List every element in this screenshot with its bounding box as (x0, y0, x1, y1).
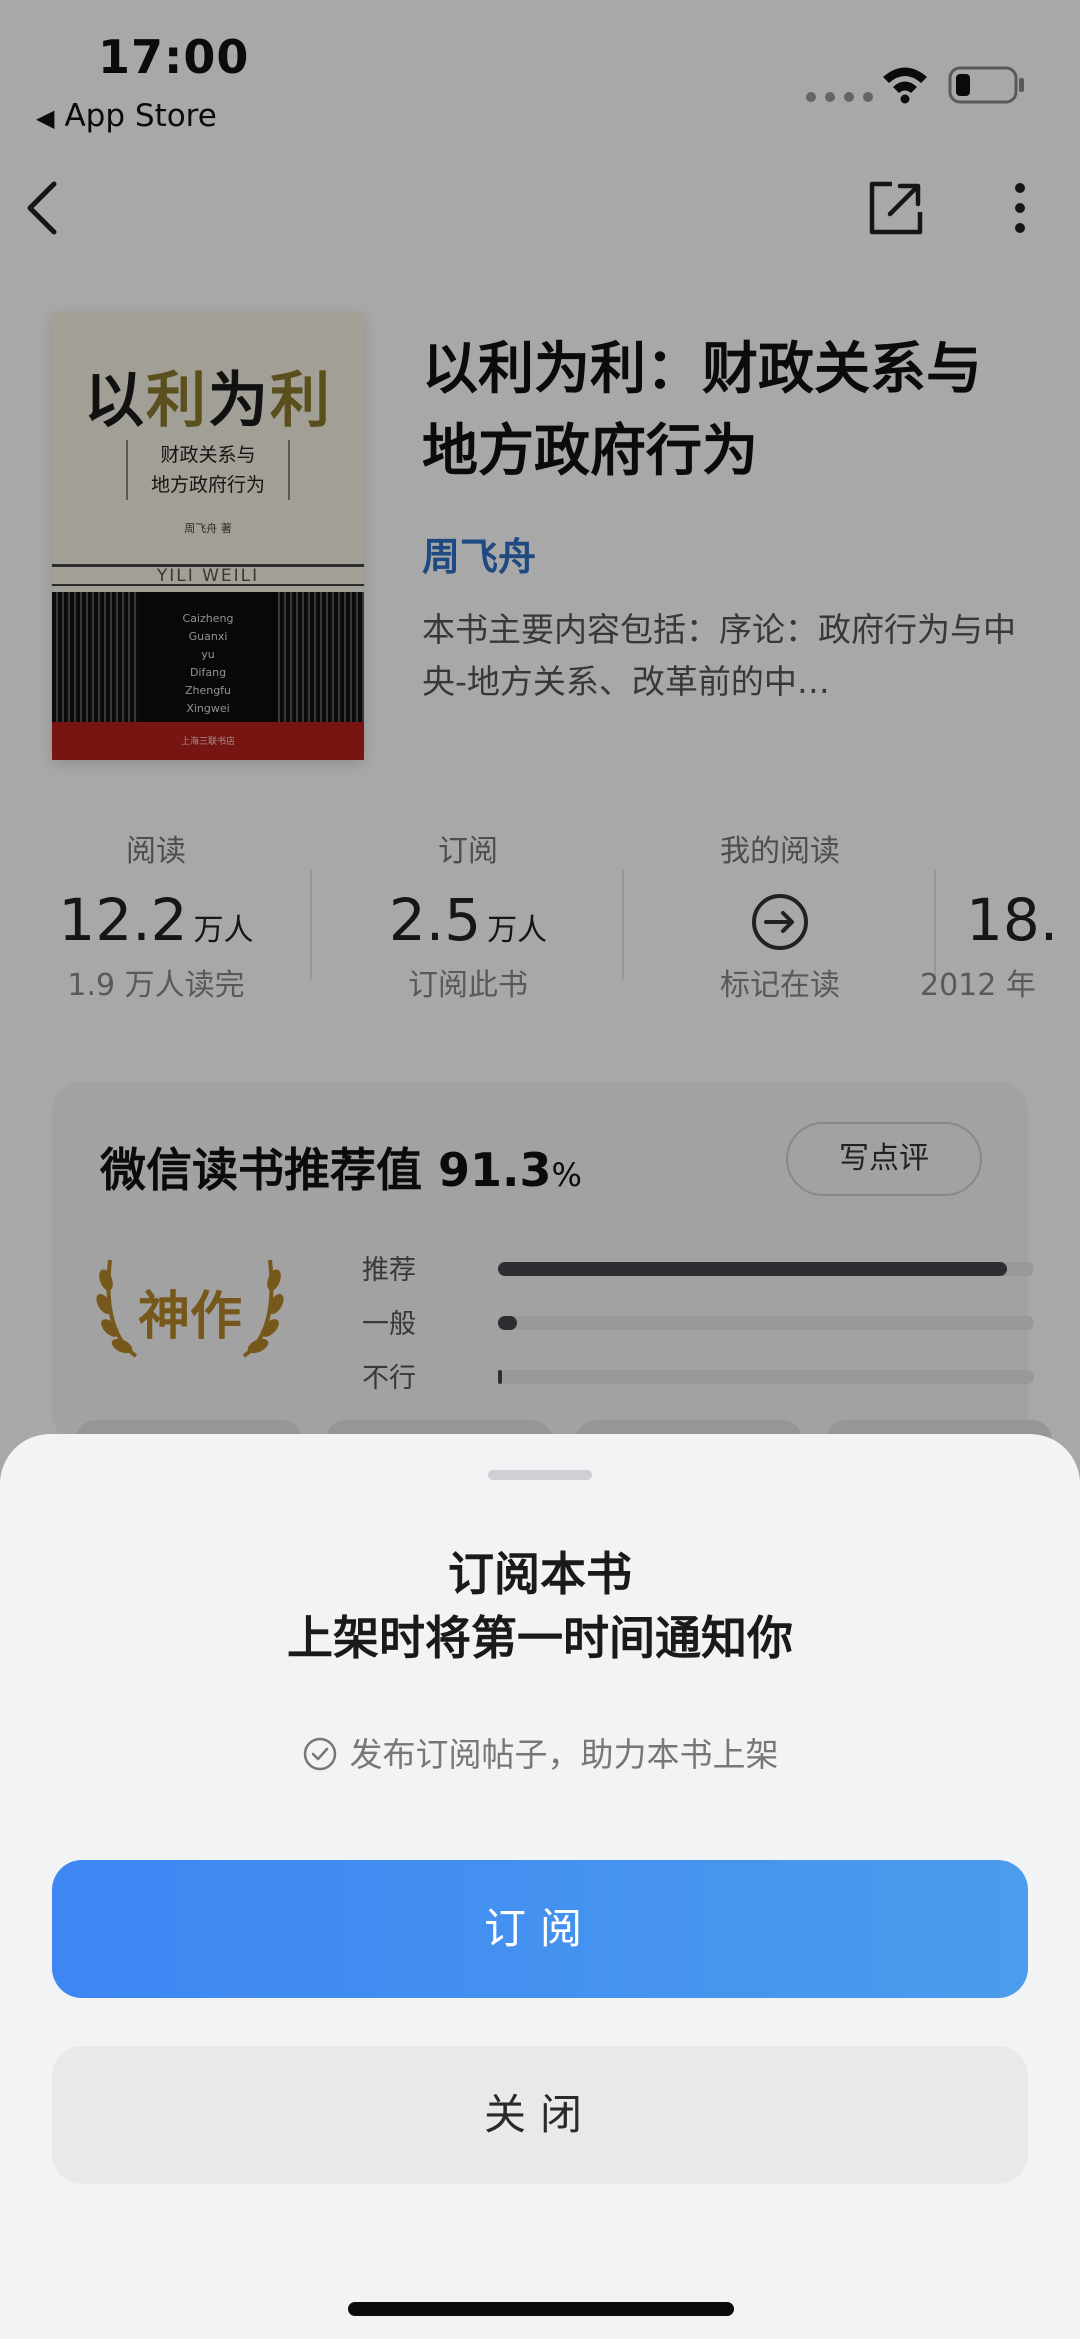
subscribe-button[interactable]: 订阅 (52, 1860, 1028, 1998)
close-button[interactable]: 关闭 (52, 2046, 1028, 2184)
sheet-drag-handle[interactable] (488, 1470, 592, 1480)
home-indicator[interactable] (348, 2302, 734, 2316)
publish-post-option[interactable]: 发布订阅帖子，助力本书上架 (0, 1728, 1080, 1776)
sheet-title: 订阅本书 上架时将第一时间通知你 (287, 1547, 793, 1665)
check-circle-icon[interactable] (302, 1736, 338, 1772)
subscribe-sheet: 订阅本书 上架时将第一时间通知你 发布订阅帖子，助力本书上架 订阅 关闭 (0, 1434, 1080, 2339)
